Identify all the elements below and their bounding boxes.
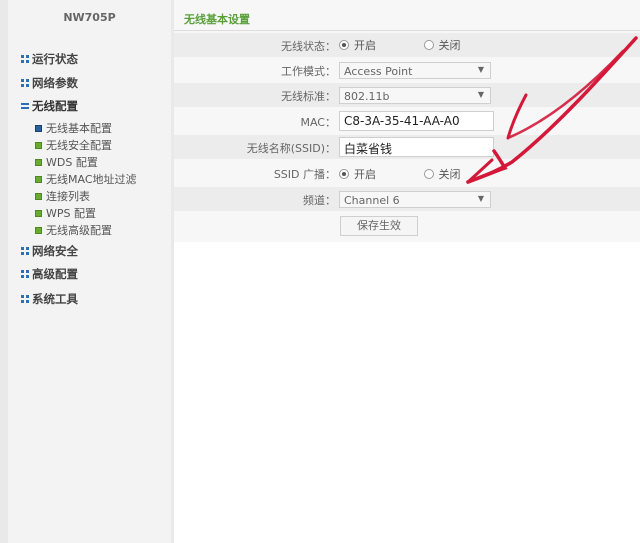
menu-system-tools[interactable]: 系统工具: [21, 291, 78, 307]
main-panel: 无线基本设置 无线状态： 开启 关闭 工作模式： Access Point ▼ …: [174, 0, 640, 543]
radio-label: 关闭: [438, 168, 461, 181]
grid-icon: [21, 79, 29, 87]
bullet-icon: [35, 141, 42, 149]
sidebar: NW705P 运行状态 网络参数 无线配置 无线基本配置 无线安全配置 WDS …: [8, 0, 171, 543]
row-wireless-standard: 无线标准： 802.11b ▼: [174, 83, 640, 107]
submenu-wireless-security[interactable]: 无线安全配置: [35, 137, 112, 153]
current-page-icon: [35, 124, 42, 132]
content-blank-area: [174, 242, 640, 543]
channel-select[interactable]: Channel 6 ▼: [339, 191, 491, 208]
submenu-label: 无线高级配置: [46, 224, 112, 237]
wireless-status-label: 无线状态：: [281, 40, 336, 53]
row-ssid: 无线名称(SSID)： 白菜省钱: [174, 135, 640, 159]
menu-label: 高级配置: [32, 267, 78, 281]
select-value: Access Point: [344, 65, 413, 78]
select-value: 802.11b: [344, 90, 390, 103]
page-title: 无线基本设置: [184, 13, 250, 26]
menu-label: 运行状态: [32, 52, 78, 66]
dropdown-arrow-icon: ▼: [477, 65, 484, 74]
grid-icon: [21, 55, 29, 63]
submenu-label: 无线安全配置: [46, 139, 112, 152]
bullet-icon: [35, 158, 42, 166]
dropdown-arrow-icon: ▼: [477, 194, 484, 203]
submenu-mac-filter[interactable]: 无线MAC地址过滤: [35, 171, 137, 187]
menu-label: 网络参数: [32, 76, 78, 90]
radio-checked-icon: [339, 40, 349, 50]
submenu-wds[interactable]: WDS 配置: [35, 154, 98, 170]
list-icon: [21, 102, 29, 110]
dropdown-arrow-icon: ▼: [477, 90, 484, 99]
radio-label: 开启: [354, 39, 376, 52]
wireless-status-off-radio[interactable]: 关闭: [423, 37, 461, 53]
radio-unchecked-icon: [423, 40, 434, 50]
menu-advanced[interactable]: 高级配置: [21, 266, 78, 282]
ssid-broadcast-label: SSID 广播：: [273, 168, 336, 181]
submenu-label: WPS 配置: [46, 207, 96, 220]
menu-network-security[interactable]: 网络安全: [21, 243, 78, 259]
radio-unchecked-icon: [423, 169, 434, 179]
row-channel: 频道： Channel 6 ▼: [174, 187, 640, 211]
bullet-icon: [35, 226, 42, 234]
select-value: Channel 6: [344, 194, 400, 207]
submenu-label: WDS 配置: [46, 156, 98, 169]
wireless-status-on-radio[interactable]: 开启: [339, 37, 376, 53]
menu-label: 网络安全: [32, 244, 78, 258]
mac-field[interactable]: C8-3A-35-41-AA-A0: [339, 111, 494, 131]
grid-icon: [21, 295, 29, 303]
mac-label: MAC：: [300, 116, 336, 129]
device-model: NW705P: [63, 11, 116, 24]
submenu-wireless-basic[interactable]: 无线基本配置: [35, 120, 112, 136]
submenu-wps[interactable]: WPS 配置: [35, 205, 96, 221]
row-ssid-broadcast: SSID 广播： 开启 关闭: [174, 161, 640, 185]
ssid-broadcast-on-radio[interactable]: 开启: [339, 166, 376, 182]
work-mode-label: 工作模式：: [281, 65, 336, 78]
radio-label: 开启: [354, 168, 376, 181]
row-wireless-status: 无线状态： 开启 关闭: [174, 33, 640, 57]
bullet-icon: [35, 175, 42, 183]
wireless-status-field: 开启 关闭: [339, 37, 461, 53]
grid-icon: [21, 247, 29, 255]
ssid-broadcast-off-radio[interactable]: 关闭: [423, 166, 461, 182]
ssid-input[interactable]: 白菜省钱: [339, 137, 494, 157]
submenu-connection-list[interactable]: 连接列表: [35, 188, 90, 204]
row-work-mode: 工作模式： Access Point ▼: [174, 58, 640, 82]
wireless-standard-select[interactable]: 802.11b ▼: [339, 87, 491, 104]
channel-label: 频道：: [303, 194, 336, 207]
menu-wireless[interactable]: 无线配置: [21, 98, 78, 114]
submenu-label: 无线基本配置: [46, 122, 112, 135]
grid-icon: [21, 270, 29, 278]
menu-status[interactable]: 运行状态: [21, 51, 78, 67]
save-button[interactable]: 保存生效: [340, 216, 418, 236]
bullet-icon: [35, 192, 42, 200]
work-mode-select[interactable]: Access Point ▼: [339, 62, 491, 79]
wireless-standard-label: 无线标准：: [281, 90, 336, 103]
ssid-label: 无线名称(SSID)：: [246, 142, 336, 155]
title-divider: [174, 30, 640, 31]
radio-label: 关闭: [438, 39, 461, 52]
submenu-wireless-advanced[interactable]: 无线高级配置: [35, 222, 112, 238]
menu-label: 无线配置: [32, 99, 78, 113]
bullet-icon: [35, 209, 42, 217]
row-mac: MAC： C8-3A-35-41-AA-A0: [174, 109, 640, 133]
menu-label: 系统工具: [32, 292, 78, 306]
menu-network[interactable]: 网络参数: [21, 75, 78, 91]
radio-checked-icon: [339, 169, 349, 179]
submenu-label: 无线MAC地址过滤: [46, 173, 137, 186]
submenu-label: 连接列表: [46, 190, 90, 203]
